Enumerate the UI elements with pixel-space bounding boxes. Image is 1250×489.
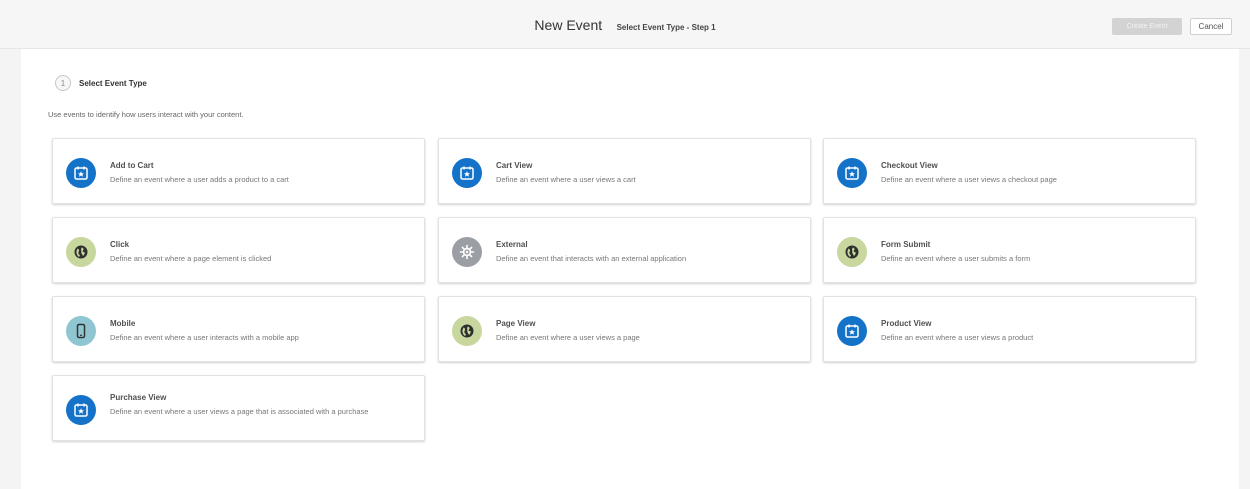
calendar-star-icon (452, 158, 482, 188)
card-description: Define an event that interacts with an e… (496, 254, 687, 263)
card-description: Define an event where a user views a pro… (881, 333, 1034, 342)
card-title: Add to Cart (110, 161, 154, 170)
cancel-button[interactable]: Cancel (1190, 18, 1232, 35)
top-bar: New Event Select Event Type - Step 1 Cre… (0, 0, 1250, 49)
card-description: Define an event where a user views a pag… (496, 333, 640, 342)
globe-icon (66, 237, 96, 267)
event-card-external[interactable]: External Define an event that interacts … (438, 217, 811, 283)
card-title: Mobile (110, 319, 136, 328)
page-subtitle: Select Event Type - Step 1 (616, 23, 716, 32)
event-card-mobile[interactable]: Mobile Define an event where a user inte… (52, 296, 425, 362)
card-description: Define an event where a user views a car… (496, 175, 636, 184)
event-card-add-to-cart[interactable]: Add to Cart Define an event where a user… (52, 138, 425, 204)
card-title: Purchase View (110, 393, 167, 402)
intro-text: Use events to identify how users interac… (48, 110, 244, 119)
event-card-cart-view[interactable]: Cart View Define an event where a user v… (438, 138, 811, 204)
page-title: New Event (534, 17, 603, 33)
card-title: External (496, 240, 528, 249)
gear-icon (452, 237, 482, 267)
step-number: 1 (55, 75, 71, 91)
event-card-form-submit[interactable]: Form Submit Define an event where a user… (823, 217, 1196, 283)
calendar-star-icon (66, 158, 96, 188)
calendar-star-icon (837, 316, 867, 346)
title-group: New Event Select Event Type - Step 1 (0, 17, 1250, 35)
card-title: Page View (496, 319, 536, 328)
calendar-star-icon (66, 395, 96, 425)
globe-icon (452, 316, 482, 346)
step-label: Select Event Type (79, 78, 147, 88)
event-card-page-view[interactable]: Page View Define an event where a user v… (438, 296, 811, 362)
card-title: Product View (881, 319, 932, 328)
event-card-checkout-view[interactable]: Checkout View Define an event where a us… (823, 138, 1196, 204)
card-description: Define an event where a user interacts w… (110, 333, 299, 342)
card-description: Define an event where a user views a pag… (110, 407, 369, 416)
card-title: Click (110, 240, 130, 249)
event-card-product-view[interactable]: Product View Define an event where a use… (823, 296, 1196, 362)
card-description: Define an event where a user views a che… (881, 175, 1057, 184)
card-description: Define an event where a page element is … (110, 254, 272, 263)
card-title: Cart View (496, 161, 533, 170)
step-indicator: 1 Select Event Type (55, 74, 147, 92)
event-card-purchase-view[interactable]: Purchase View Define an event where a us… (52, 375, 425, 441)
card-title: Form Submit (881, 240, 931, 249)
mobile-phone-icon (66, 316, 96, 346)
globe-icon (837, 237, 867, 267)
calendar-star-icon (837, 158, 867, 188)
event-card-click[interactable]: Click Define an event where a page eleme… (52, 217, 425, 283)
card-title: Checkout View (881, 161, 938, 170)
create-event-button[interactable]: Create Event (1112, 18, 1182, 35)
card-description: Define an event where a user submits a f… (881, 254, 1031, 263)
card-description: Define an event where a user adds a prod… (110, 175, 289, 184)
